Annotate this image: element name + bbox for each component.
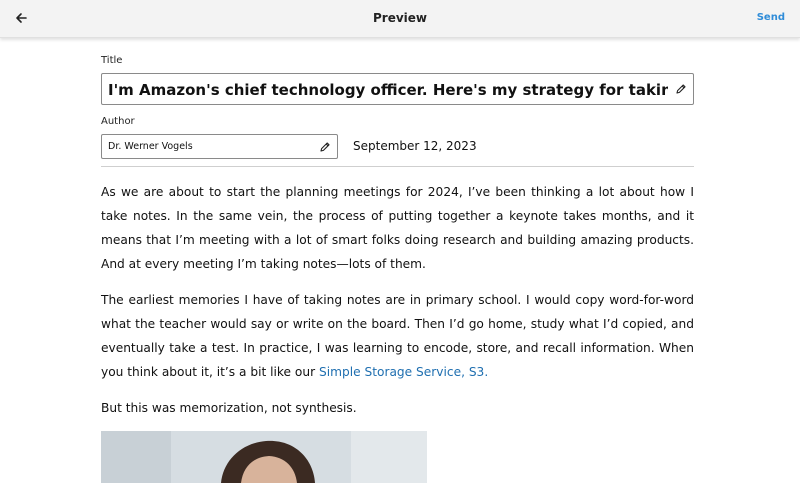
title-label: Title <box>101 55 123 66</box>
author-field[interactable]: Dr. Werner Vogels <box>101 134 338 159</box>
article-body: As we are about to start the planning me… <box>101 180 694 432</box>
article-paragraph: As we are about to start the planning me… <box>101 185 694 271</box>
author-value: Dr. Werner Vogels <box>108 141 193 152</box>
author-label: Author <box>101 116 135 127</box>
page-title: Preview <box>372 11 427 25</box>
title-value: I'm Amazon's chief technology officer. H… <box>108 81 668 99</box>
pencil-icon[interactable] <box>675 83 687 95</box>
title-field[interactable]: I'm Amazon's chief technology officer. H… <box>101 73 694 105</box>
s3-link[interactable]: Simple Storage Service, S3. <box>319 365 488 379</box>
portrait-image <box>101 431 427 483</box>
divider <box>101 166 694 167</box>
article-paragraph: But this was memorization, not synthesis… <box>101 401 357 415</box>
send-button[interactable]: Send <box>757 12 785 23</box>
article-paragraph: The earliest memories I have of taking n… <box>101 288 694 384</box>
publish-date: September 12, 2023 <box>353 139 477 153</box>
top-app-bar: Preview Send <box>0 0 800 38</box>
pencil-icon[interactable] <box>319 141 331 153</box>
article-image <box>101 431 427 483</box>
